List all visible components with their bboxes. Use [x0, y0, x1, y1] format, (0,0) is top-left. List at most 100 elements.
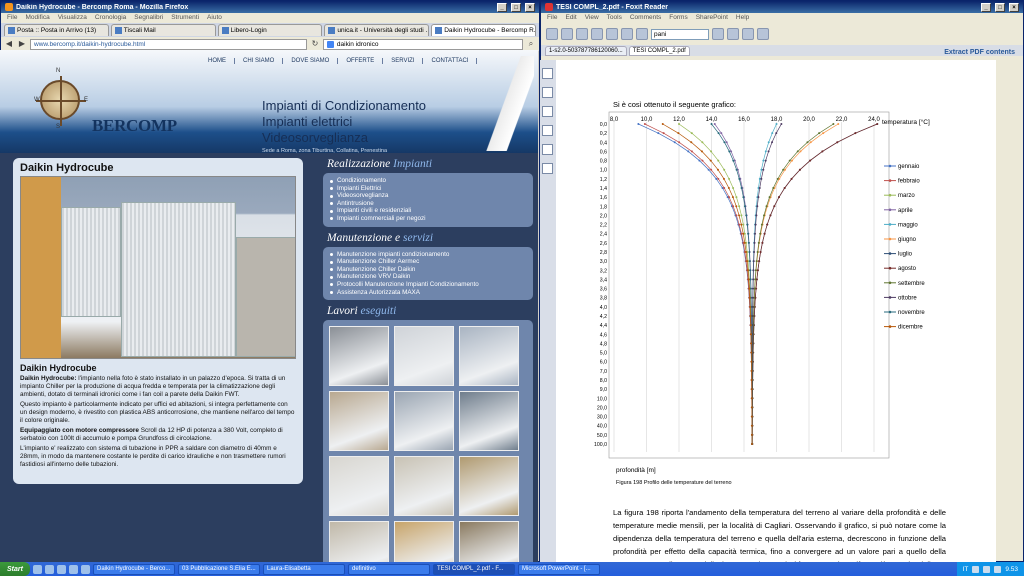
reload-icon[interactable]: ↻ — [310, 39, 320, 49]
forward-arrow-icon[interactable]: ▶ — [17, 39, 27, 49]
foxit-menu-view[interactable]: View — [585, 14, 599, 22]
select-text-icon[interactable] — [621, 28, 633, 40]
minimize-button[interactable]: _ — [497, 2, 507, 12]
hydrocube-photo[interactable] — [20, 176, 296, 359]
section-link[interactable]: Manutenzione Chiller Aermec — [329, 258, 527, 266]
taskbar-task[interactable]: Microsoft PowerPoint - [... — [518, 563, 600, 575]
network-icon[interactable] — [972, 565, 980, 573]
firefox-titlebar[interactable]: Daikin Hydrocube - Bercomp Roma - Mozill… — [1, 1, 539, 13]
gallery-thumbnail[interactable] — [459, 521, 519, 562]
section-link[interactable]: Manutenzione Chiller Daikin — [329, 266, 527, 274]
menu-item-cronologia[interactable]: Cronologia — [95, 14, 126, 22]
browser-tab[interactable]: Libero-Login — [217, 24, 323, 36]
menu-item-segnalibri[interactable]: Segnalibri — [134, 14, 163, 22]
foxit-menu-edit[interactable]: Edit — [565, 14, 576, 22]
taskbar-task[interactable]: Laura-Elisabetta — [263, 563, 345, 575]
annotation-icon[interactable] — [742, 28, 754, 40]
search-input[interactable]: daikin idronico — [322, 38, 523, 50]
menu-item-visualizza[interactable]: Visualizza — [58, 14, 87, 22]
taskbar-task[interactable]: Daikin Hydrocube - Berco... — [93, 563, 175, 575]
foxit-search-input[interactable]: pani — [651, 28, 709, 40]
section-link[interactable]: Protocolli Manutenzione Impianti Condizi… — [329, 281, 527, 289]
language-indicator[interactable]: IT — [963, 566, 969, 573]
menu-item-strumenti[interactable]: Strumenti — [171, 14, 199, 22]
gallery-thumbnail[interactable] — [329, 456, 389, 517]
section-link[interactable]: Impianti civili e residenziali — [329, 207, 527, 215]
foxit-menu-file[interactable]: File — [547, 14, 557, 22]
signatures-icon[interactable] — [542, 163, 553, 174]
binoculars-icon[interactable] — [636, 28, 648, 40]
nav-link-home[interactable]: HOME — [200, 58, 235, 64]
attachments-icon[interactable] — [542, 144, 553, 155]
find-next-icon[interactable] — [727, 28, 739, 40]
gallery-thumbnail[interactable] — [459, 326, 519, 387]
refresh-icon[interactable] — [757, 28, 769, 40]
gallery-thumbnail[interactable] — [329, 391, 389, 452]
volume-icon[interactable] — [983, 565, 991, 573]
quicklaunch-browser-icon[interactable] — [45, 564, 54, 574]
quicklaunch-desktop-icon[interactable] — [33, 564, 42, 574]
find-prev-icon[interactable] — [712, 28, 724, 40]
section-link[interactable]: Videosorveglianza — [329, 192, 527, 200]
foxit-menu-tools[interactable]: Tools — [607, 14, 622, 22]
taskbar-task[interactable]: TESI COMPL_2.pdf - F... — [433, 563, 515, 575]
foxit-maximize-button[interactable]: □ — [995, 2, 1005, 12]
open-folder-icon[interactable] — [546, 28, 558, 40]
browser-tab[interactable]: Posta :: Posta in Arrivo (13) — [4, 24, 109, 36]
foxit-titlebar[interactable]: TESI COMPL_2.pdf - Foxit Reader _ □ × — [541, 1, 1023, 13]
browser-tab[interactable]: Daikin Hydrocube - Bercomp R... — [431, 24, 536, 36]
menu-item-file[interactable]: File — [7, 14, 17, 22]
nav-link-contattaci[interactable]: CONTATTACI — [423, 58, 478, 64]
foxit-minimize-button[interactable]: _ — [981, 2, 991, 12]
bookmarks-icon[interactable] — [542, 68, 553, 79]
save-icon[interactable] — [561, 28, 573, 40]
section-link[interactable]: Impianti commerciali per negozi — [329, 215, 527, 223]
foxit-menu-forms[interactable]: Forms — [669, 14, 687, 22]
foxit-close-button[interactable]: × — [1009, 2, 1019, 12]
start-button[interactable]: Start — [0, 562, 30, 576]
foxit-menu-comments[interactable]: Comments — [630, 14, 661, 22]
gallery-thumbnail[interactable] — [459, 456, 519, 517]
hand-tool-icon[interactable] — [606, 28, 618, 40]
search-icon[interactable]: ⌕ — [526, 39, 536, 49]
menu-item-modifica[interactable]: Modifica — [25, 14, 49, 22]
gallery-thumbnail[interactable] — [459, 391, 519, 452]
address-bar[interactable]: www.bercomp.it/daikin-hydrocube.html — [30, 38, 307, 50]
doc-tab-2[interactable]: TESI COMPL_2.pdf — [628, 46, 690, 56]
section-link[interactable]: Assistenza Autorizzata MAXA — [329, 289, 527, 297]
layers-icon[interactable] — [542, 106, 553, 117]
nav-link-servizi[interactable]: SERVIZI — [383, 58, 424, 64]
email-icon[interactable] — [591, 28, 603, 40]
antivirus-icon[interactable] — [994, 565, 1002, 573]
pages-icon[interactable] — [542, 87, 553, 98]
section-link[interactable]: Manutenzione VRV Daikin — [329, 273, 527, 281]
print-icon[interactable] — [576, 28, 588, 40]
foxit-menu-help[interactable]: Help — [736, 14, 749, 22]
extract-pdf-link[interactable]: Extract PDF contents — [944, 49, 1019, 56]
browser-tab[interactable]: unica.it - Università degli studi ... — [324, 24, 430, 36]
menu-item-aiuto[interactable]: Aiuto — [207, 14, 222, 22]
gallery-thumbnail[interactable] — [394, 326, 454, 387]
site-logo[interactable]: BERCOMP — [92, 116, 177, 136]
section-link[interactable]: Antintrusione — [329, 200, 527, 208]
nav-link-dove-siamo[interactable]: DOVE SIAMO — [283, 58, 339, 64]
doc-tab-1[interactable]: 1-s2.0-503787786120060... — [545, 46, 627, 56]
taskbar-task[interactable]: definitivo — [348, 563, 430, 575]
taskbar-task[interactable]: 03 Pubblicazione S.Elia E... — [178, 563, 260, 575]
comments-icon[interactable] — [542, 125, 553, 136]
quicklaunch-media-icon[interactable] — [81, 564, 90, 574]
nav-link-offerte[interactable]: OFFERTE — [338, 58, 384, 64]
nav-link-chi-siamo[interactable]: CHI SIAMO — [235, 58, 284, 64]
quicklaunch-firefox-icon[interactable] — [69, 564, 78, 574]
gallery-thumbnail[interactable] — [394, 456, 454, 517]
section-link[interactable]: Impianti Elettrici — [329, 185, 527, 193]
foxit-menu-sharepoint[interactable]: SharePoint — [696, 14, 728, 22]
section-link[interactable]: Condizionamento — [329, 177, 527, 185]
close-button[interactable]: × — [525, 2, 535, 12]
gallery-thumbnail[interactable] — [329, 326, 389, 387]
maximize-button[interactable]: □ — [511, 2, 521, 12]
gallery-thumbnail[interactable] — [394, 391, 454, 452]
browser-tab[interactable]: Tiscali Mail — [110, 24, 216, 36]
gallery-thumbnail[interactable] — [394, 521, 454, 562]
back-arrow-icon[interactable]: ◀ — [4, 39, 14, 49]
